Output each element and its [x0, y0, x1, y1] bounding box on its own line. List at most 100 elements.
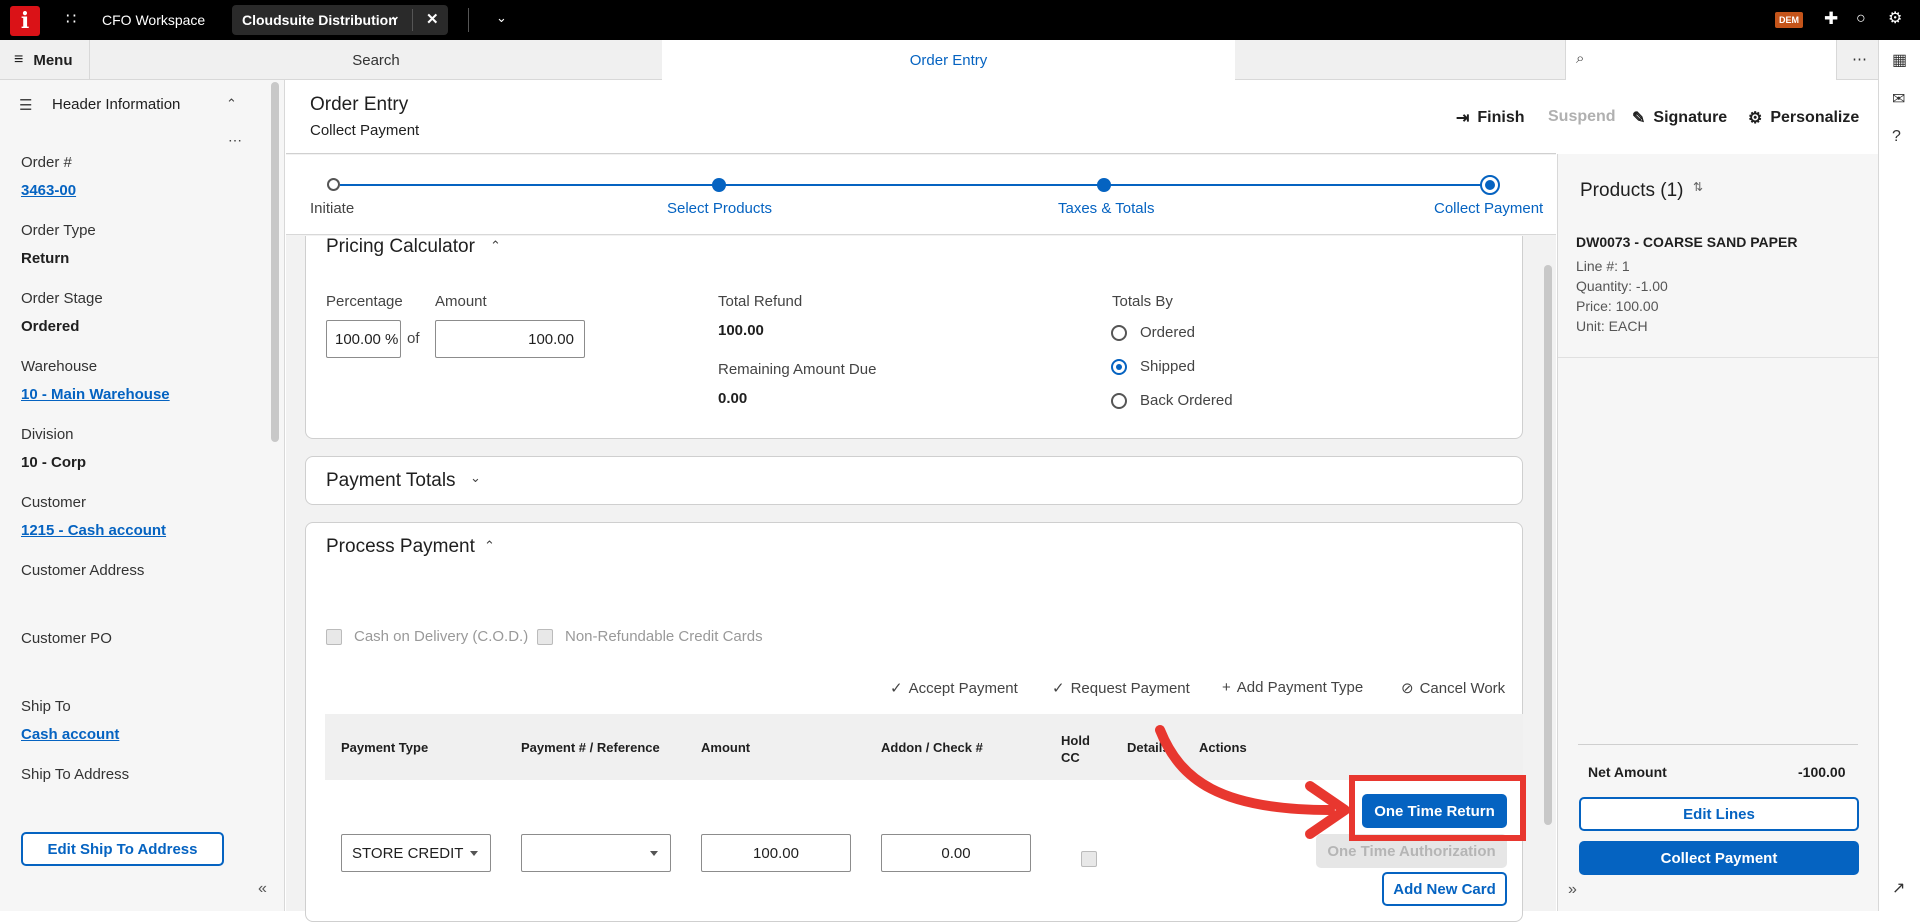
- ship-to-link[interactable]: Cash account: [21, 726, 119, 743]
- col-addon: Addon / Check #: [881, 740, 983, 755]
- sort-icon[interactable]: ⇅: [1693, 180, 1703, 194]
- warehouse-link[interactable]: 10 - Main Warehouse: [21, 386, 170, 403]
- tab-search[interactable]: Search: [90, 40, 662, 80]
- chevron-down-icon: [470, 851, 478, 856]
- suspend-label: Suspend: [1548, 108, 1616, 125]
- more-icon[interactable]: ⋯: [228, 132, 242, 149]
- collect-payment-button[interactable]: Collect Payment: [1579, 841, 1859, 875]
- product-quantity: Quantity: -1.00: [1576, 278, 1668, 294]
- workspace-name[interactable]: CFO Workspace: [102, 0, 205, 40]
- user-icon[interactable]: ○: [1856, 11, 1866, 27]
- step-current-dot: [1485, 180, 1495, 190]
- order-stage-value: Ordered: [21, 318, 80, 335]
- personalize-button[interactable]: ⚙ Personalize: [1748, 108, 1859, 128]
- percentage-input[interactable]: 100.00 %: [326, 320, 401, 358]
- annotation-arrow: [1155, 725, 1350, 839]
- divider: [1578, 744, 1858, 745]
- add-payment-type-button[interactable]: + Add Payment Type: [1222, 679, 1363, 696]
- addon-input[interactable]: 0.00: [881, 834, 1031, 872]
- sub-bar: ≡ Menu Search Order Entry ⌕ ⋯: [0, 40, 1920, 80]
- step-taxes-totals-label[interactable]: Taxes & Totals: [1058, 200, 1154, 217]
- order-stage-label: Order Stage: [21, 290, 103, 307]
- step-initiate-dot[interactable]: [327, 178, 340, 191]
- radio-shipped[interactable]: [1111, 359, 1127, 375]
- request-payment-button[interactable]: ✓ Request Payment: [1052, 679, 1190, 698]
- row-amount-input[interactable]: 100.00: [701, 834, 851, 872]
- tab-cloudsuite-distribution[interactable]: Cloudsuite Distribution ⌄ ✕: [232, 5, 448, 35]
- more-icon[interactable]: ⋯: [1852, 50, 1867, 68]
- step-collect-payment-dot[interactable]: [1480, 175, 1500, 195]
- step-initiate-label[interactable]: Initiate: [310, 200, 354, 217]
- chevron-up-icon[interactable]: ⌃: [490, 238, 501, 254]
- menu-button[interactable]: ≡ Menu: [0, 40, 90, 80]
- chevron-up-icon[interactable]: ⌃: [226, 96, 237, 112]
- left-scrollbar[interactable]: [271, 82, 279, 442]
- collapse-left-icon[interactable]: «: [258, 880, 267, 898]
- add-new-card-button[interactable]: Add New Card: [1382, 872, 1507, 906]
- suspend-button[interactable]: Suspend: [1548, 108, 1616, 126]
- inbox-icon[interactable]: ✉: [1892, 89, 1905, 109]
- side-toolbar: ▦ ✉ ? ↗: [1878, 40, 1920, 911]
- close-icon[interactable]: ✕: [426, 10, 439, 28]
- divider: [1558, 357, 1879, 358]
- search-input[interactable]: ⌕: [1565, 40, 1837, 80]
- hold-cc-checkbox[interactable]: [1081, 851, 1097, 867]
- radio-back-ordered[interactable]: [1111, 393, 1127, 409]
- cod-label: Cash on Delivery (C.O.D.): [354, 628, 529, 645]
- chevron-down-icon[interactable]: ⌄: [470, 470, 481, 486]
- edit-icon: ✎: [1632, 110, 1646, 127]
- totals-by-label: Totals By: [1112, 293, 1173, 310]
- settings-icon[interactable]: ⚙: [1888, 11, 1902, 27]
- accept-payment-button[interactable]: ✓ Accept Payment: [890, 679, 1018, 698]
- cancel-work-button[interactable]: ⊘ Cancel Work: [1401, 679, 1506, 698]
- edit-lines-button[interactable]: Edit Lines: [1579, 797, 1859, 831]
- col-payment-type: Payment Type: [341, 740, 429, 755]
- app-grid-icon[interactable]: ∷: [66, 12, 76, 28]
- payment-type-select[interactable]: STORE CREDIT: [341, 834, 491, 872]
- edit-ship-to-address-button[interactable]: Edit Ship To Address: [21, 832, 224, 866]
- non-refundable-checkbox[interactable]: [537, 629, 553, 645]
- chevron-up-icon[interactable]: ⌃: [484, 538, 495, 554]
- layout-icon[interactable]: ▦: [1892, 50, 1907, 70]
- customer-address-label: Customer Address: [21, 562, 145, 579]
- external-link-icon[interactable]: ↗: [1892, 878, 1905, 898]
- step-select-products-dot[interactable]: [712, 178, 726, 192]
- radio-ordered-label: Ordered: [1140, 324, 1196, 341]
- product-name[interactable]: DW0073 - COARSE SAND PAPER: [1576, 234, 1797, 250]
- step-taxes-totals-dot[interactable]: [1097, 178, 1111, 192]
- step-select-products-label[interactable]: Select Products: [667, 200, 772, 217]
- step-collect-payment-label[interactable]: Collect Payment: [1434, 200, 1543, 217]
- order-type-value: Return: [21, 250, 70, 267]
- plus-icon: +: [1222, 679, 1231, 696]
- radio-ordered[interactable]: [1111, 325, 1127, 341]
- accept-payment-label: Accept Payment: [908, 679, 1018, 697]
- plus-icon[interactable]: ✚: [1824, 10, 1838, 27]
- main-scrollbar[interactable]: [1544, 265, 1552, 825]
- personalize-icon: ⚙: [1748, 110, 1763, 127]
- product-price: Price: 100.00: [1576, 298, 1659, 314]
- expand-icon[interactable]: »: [1568, 881, 1577, 899]
- reference-select[interactable]: [521, 834, 671, 872]
- sign-in-icon: ⇥: [1456, 110, 1470, 127]
- chevron-down-icon[interactable]: ⌄: [496, 10, 507, 26]
- annotation-highlight-box: [1349, 775, 1526, 841]
- cancel-icon: ⊘: [1401, 680, 1414, 697]
- payment-totals-title: Payment Totals: [326, 470, 456, 491]
- signature-button[interactable]: ✎ Signature: [1632, 108, 1727, 128]
- step-line: [340, 184, 1490, 186]
- customer-link[interactable]: 1215 - Cash account: [21, 522, 166, 539]
- order-number-label: Order #: [21, 154, 72, 171]
- net-amount-value: -100.00: [1798, 764, 1846, 780]
- app-logo[interactable]: i: [10, 6, 40, 36]
- chevron-down-icon[interactable]: ⌄: [390, 9, 400, 23]
- payment-totals-card[interactable]: [305, 456, 1523, 505]
- cod-checkbox[interactable]: [326, 629, 342, 645]
- tab-order-entry[interactable]: Order Entry: [662, 40, 1235, 80]
- finish-button[interactable]: ⇥ Finish: [1456, 108, 1525, 128]
- amount-input[interactable]: 100.00: [435, 320, 585, 358]
- cancel-work-label: Cancel Work: [1419, 679, 1506, 697]
- order-number-link[interactable]: 3463-00: [21, 182, 76, 199]
- chevron-down-icon: [650, 851, 658, 856]
- help-icon[interactable]: ?: [1892, 128, 1901, 146]
- remaining-amount-value: 0.00: [718, 390, 748, 407]
